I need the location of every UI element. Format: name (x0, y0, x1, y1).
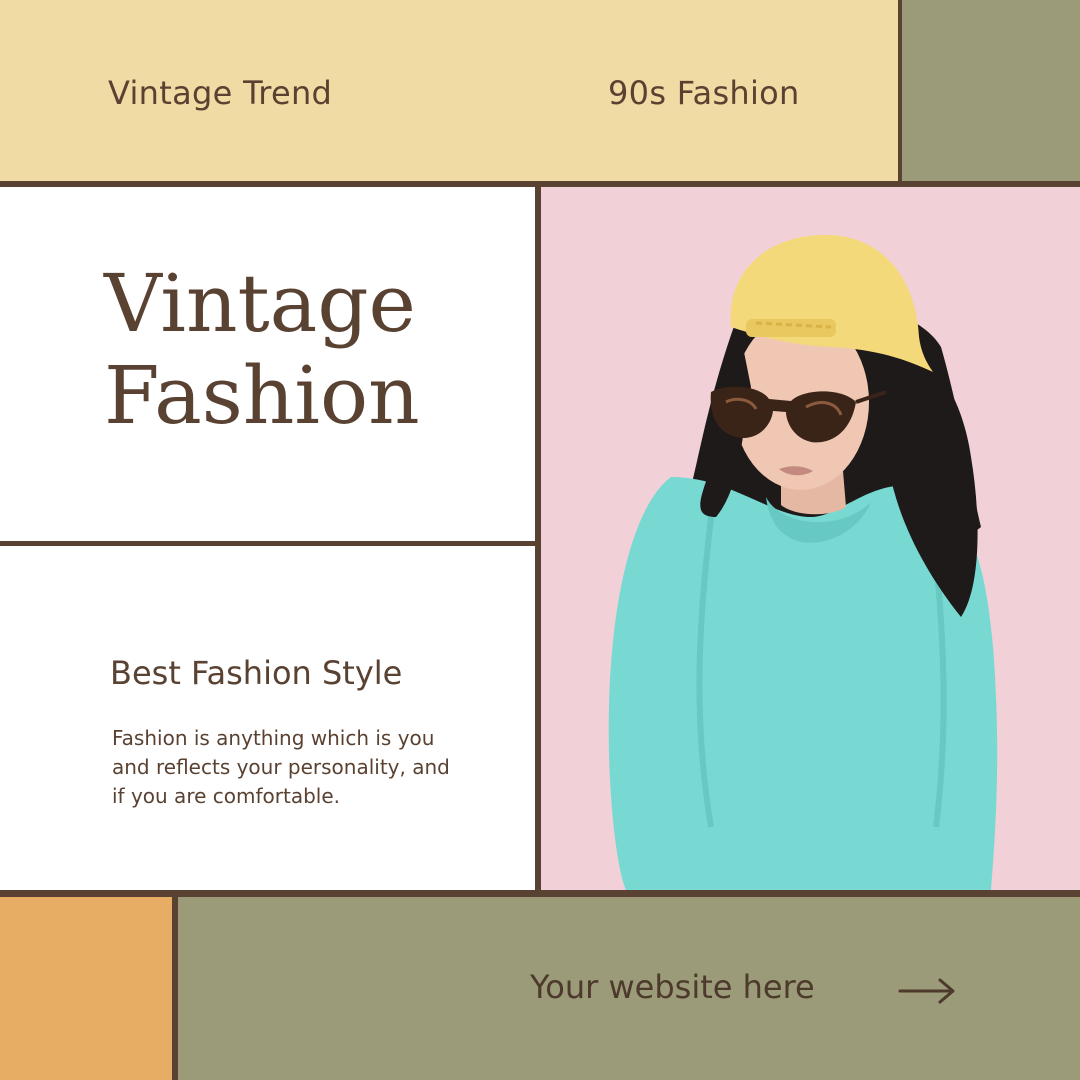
title-line-2: Fashion (104, 349, 420, 442)
description-text: Fashion is anything which is you and ref… (112, 726, 450, 808)
page-title: Vintage Fashion (104, 258, 420, 442)
divider-line (898, 0, 902, 183)
divider-line (172, 893, 178, 1080)
model-illustration (541, 187, 1080, 890)
arrow-right-icon[interactable] (898, 976, 956, 1010)
90s-fashion-tag: 90s Fashion (608, 74, 800, 112)
orange-accent-block (0, 897, 172, 1080)
divider-line (535, 183, 541, 893)
website-link[interactable]: Your website here (530, 968, 815, 1006)
model-photo (541, 187, 1080, 890)
title-line-1: Vintage (104, 257, 416, 350)
olive-accent-block (902, 0, 1080, 181)
vintage-trend-tag: Vintage Trend (108, 74, 333, 112)
divider-line (0, 541, 537, 546)
section-subheading: Best Fashion Style (110, 654, 403, 692)
description-panel (0, 546, 535, 890)
fashion-post: Vintage Trend 90s Fashion Vintage Fashio… (0, 0, 1080, 1080)
